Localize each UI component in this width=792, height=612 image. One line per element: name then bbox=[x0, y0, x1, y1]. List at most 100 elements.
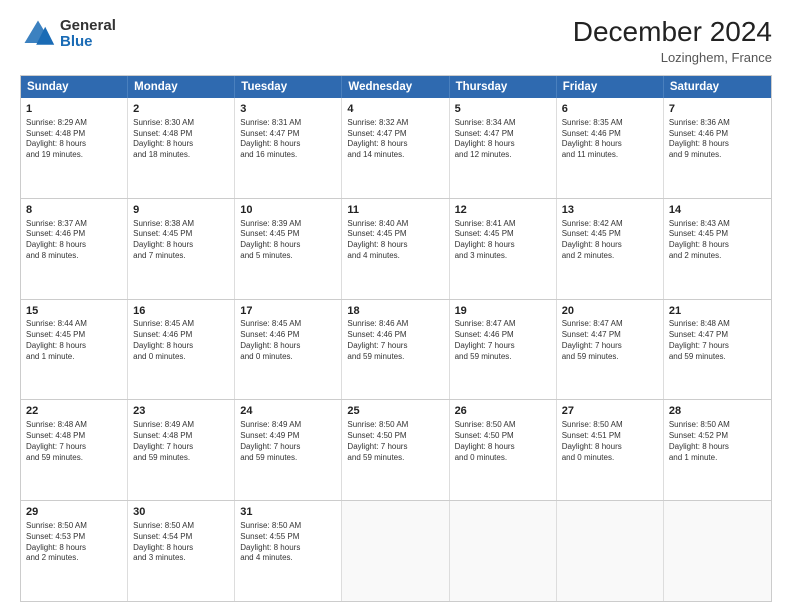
day-cell-28: 28Sunrise: 8:50 AM Sunset: 4:52 PM Dayli… bbox=[664, 400, 771, 500]
day-cell-2: 2Sunrise: 8:30 AM Sunset: 4:48 PM Daylig… bbox=[128, 98, 235, 198]
day-cell-7: 7Sunrise: 8:36 AM Sunset: 4:46 PM Daylig… bbox=[664, 98, 771, 198]
empty-cell bbox=[342, 501, 449, 601]
day-cell-11: 11Sunrise: 8:40 AM Sunset: 4:45 PM Dayli… bbox=[342, 199, 449, 299]
day-cell-6: 6Sunrise: 8:35 AM Sunset: 4:46 PM Daylig… bbox=[557, 98, 664, 198]
cell-info: Sunrise: 8:41 AM Sunset: 4:45 PM Dayligh… bbox=[455, 219, 551, 262]
header-day-monday: Monday bbox=[128, 76, 235, 98]
day-cell-8: 8Sunrise: 8:37 AM Sunset: 4:46 PM Daylig… bbox=[21, 199, 128, 299]
day-cell-29: 29Sunrise: 8:50 AM Sunset: 4:53 PM Dayli… bbox=[21, 501, 128, 601]
day-cell-24: 24Sunrise: 8:49 AM Sunset: 4:49 PM Dayli… bbox=[235, 400, 342, 500]
calendar-header: SundayMondayTuesdayWednesdayThursdayFrid… bbox=[21, 76, 771, 98]
day-cell-10: 10Sunrise: 8:39 AM Sunset: 4:45 PM Dayli… bbox=[235, 199, 342, 299]
day-number: 6 bbox=[562, 102, 658, 117]
header-day-tuesday: Tuesday bbox=[235, 76, 342, 98]
day-number: 4 bbox=[347, 102, 443, 117]
day-cell-12: 12Sunrise: 8:41 AM Sunset: 4:45 PM Dayli… bbox=[450, 199, 557, 299]
cell-info: Sunrise: 8:50 AM Sunset: 4:54 PM Dayligh… bbox=[133, 521, 229, 564]
day-cell-9: 9Sunrise: 8:38 AM Sunset: 4:45 PM Daylig… bbox=[128, 199, 235, 299]
day-number: 20 bbox=[562, 304, 658, 319]
day-number: 15 bbox=[26, 304, 122, 319]
day-cell-15: 15Sunrise: 8:44 AM Sunset: 4:45 PM Dayli… bbox=[21, 300, 128, 400]
day-number: 12 bbox=[455, 203, 551, 218]
calendar-body: 1Sunrise: 8:29 AM Sunset: 4:48 PM Daylig… bbox=[21, 98, 771, 601]
cell-info: Sunrise: 8:50 AM Sunset: 4:52 PM Dayligh… bbox=[669, 420, 766, 463]
day-cell-5: 5Sunrise: 8:34 AM Sunset: 4:47 PM Daylig… bbox=[450, 98, 557, 198]
week-4: 22Sunrise: 8:48 AM Sunset: 4:48 PM Dayli… bbox=[21, 399, 771, 500]
logo-icon bbox=[20, 16, 56, 52]
logo-general: General bbox=[60, 18, 116, 35]
title-block: December 2024 Lozinghem, France bbox=[573, 16, 772, 65]
day-cell-16: 16Sunrise: 8:45 AM Sunset: 4:46 PM Dayli… bbox=[128, 300, 235, 400]
cell-info: Sunrise: 8:50 AM Sunset: 4:50 PM Dayligh… bbox=[455, 420, 551, 463]
day-number: 19 bbox=[455, 304, 551, 319]
day-number: 27 bbox=[562, 404, 658, 419]
day-number: 5 bbox=[455, 102, 551, 117]
day-number: 13 bbox=[562, 203, 658, 218]
cell-info: Sunrise: 8:31 AM Sunset: 4:47 PM Dayligh… bbox=[240, 118, 336, 161]
day-number: 1 bbox=[26, 102, 122, 117]
header-day-sunday: Sunday bbox=[21, 76, 128, 98]
day-number: 22 bbox=[26, 404, 122, 419]
header-day-friday: Friday bbox=[557, 76, 664, 98]
day-cell-22: 22Sunrise: 8:48 AM Sunset: 4:48 PM Dayli… bbox=[21, 400, 128, 500]
day-number: 31 bbox=[240, 505, 336, 520]
day-number: 29 bbox=[26, 505, 122, 520]
day-cell-17: 17Sunrise: 8:45 AM Sunset: 4:46 PM Dayli… bbox=[235, 300, 342, 400]
cell-info: Sunrise: 8:29 AM Sunset: 4:48 PM Dayligh… bbox=[26, 118, 122, 161]
day-number: 18 bbox=[347, 304, 443, 319]
cell-info: Sunrise: 8:45 AM Sunset: 4:46 PM Dayligh… bbox=[133, 319, 229, 362]
cell-info: Sunrise: 8:32 AM Sunset: 4:47 PM Dayligh… bbox=[347, 118, 443, 161]
cell-info: Sunrise: 8:42 AM Sunset: 4:45 PM Dayligh… bbox=[562, 219, 658, 262]
day-number: 8 bbox=[26, 203, 122, 218]
day-number: 2 bbox=[133, 102, 229, 117]
cell-info: Sunrise: 8:47 AM Sunset: 4:46 PM Dayligh… bbox=[455, 319, 551, 362]
day-number: 21 bbox=[669, 304, 766, 319]
day-number: 3 bbox=[240, 102, 336, 117]
page: General Blue December 2024 Lozinghem, Fr… bbox=[0, 0, 792, 612]
cell-info: Sunrise: 8:43 AM Sunset: 4:45 PM Dayligh… bbox=[669, 219, 766, 262]
header-day-thursday: Thursday bbox=[450, 76, 557, 98]
day-number: 26 bbox=[455, 404, 551, 419]
cell-info: Sunrise: 8:50 AM Sunset: 4:50 PM Dayligh… bbox=[347, 420, 443, 463]
cell-info: Sunrise: 8:47 AM Sunset: 4:47 PM Dayligh… bbox=[562, 319, 658, 362]
cell-info: Sunrise: 8:39 AM Sunset: 4:45 PM Dayligh… bbox=[240, 219, 336, 262]
empty-cell bbox=[450, 501, 557, 601]
cell-info: Sunrise: 8:35 AM Sunset: 4:46 PM Dayligh… bbox=[562, 118, 658, 161]
week-3: 15Sunrise: 8:44 AM Sunset: 4:45 PM Dayli… bbox=[21, 299, 771, 400]
logo-blue: Blue bbox=[60, 34, 116, 51]
week-1: 1Sunrise: 8:29 AM Sunset: 4:48 PM Daylig… bbox=[21, 98, 771, 198]
cell-info: Sunrise: 8:46 AM Sunset: 4:46 PM Dayligh… bbox=[347, 319, 443, 362]
header-day-wednesday: Wednesday bbox=[342, 76, 449, 98]
day-number: 9 bbox=[133, 203, 229, 218]
day-number: 17 bbox=[240, 304, 336, 319]
day-number: 28 bbox=[669, 404, 766, 419]
day-number: 24 bbox=[240, 404, 336, 419]
cell-info: Sunrise: 8:40 AM Sunset: 4:45 PM Dayligh… bbox=[347, 219, 443, 262]
day-number: 23 bbox=[133, 404, 229, 419]
day-number: 14 bbox=[669, 203, 766, 218]
week-2: 8Sunrise: 8:37 AM Sunset: 4:46 PM Daylig… bbox=[21, 198, 771, 299]
day-cell-14: 14Sunrise: 8:43 AM Sunset: 4:45 PM Dayli… bbox=[664, 199, 771, 299]
cell-info: Sunrise: 8:49 AM Sunset: 4:49 PM Dayligh… bbox=[240, 420, 336, 463]
day-cell-26: 26Sunrise: 8:50 AM Sunset: 4:50 PM Dayli… bbox=[450, 400, 557, 500]
cell-info: Sunrise: 8:50 AM Sunset: 4:55 PM Dayligh… bbox=[240, 521, 336, 564]
day-cell-4: 4Sunrise: 8:32 AM Sunset: 4:47 PM Daylig… bbox=[342, 98, 449, 198]
cell-info: Sunrise: 8:49 AM Sunset: 4:48 PM Dayligh… bbox=[133, 420, 229, 463]
day-cell-23: 23Sunrise: 8:49 AM Sunset: 4:48 PM Dayli… bbox=[128, 400, 235, 500]
day-number: 16 bbox=[133, 304, 229, 319]
cell-info: Sunrise: 8:48 AM Sunset: 4:48 PM Dayligh… bbox=[26, 420, 122, 463]
day-cell-19: 19Sunrise: 8:47 AM Sunset: 4:46 PM Dayli… bbox=[450, 300, 557, 400]
cell-info: Sunrise: 8:50 AM Sunset: 4:51 PM Dayligh… bbox=[562, 420, 658, 463]
week-5: 29Sunrise: 8:50 AM Sunset: 4:53 PM Dayli… bbox=[21, 500, 771, 601]
day-cell-13: 13Sunrise: 8:42 AM Sunset: 4:45 PM Dayli… bbox=[557, 199, 664, 299]
day-cell-18: 18Sunrise: 8:46 AM Sunset: 4:46 PM Dayli… bbox=[342, 300, 449, 400]
cell-info: Sunrise: 8:36 AM Sunset: 4:46 PM Dayligh… bbox=[669, 118, 766, 161]
empty-cell bbox=[557, 501, 664, 601]
day-number: 11 bbox=[347, 203, 443, 218]
cell-info: Sunrise: 8:34 AM Sunset: 4:47 PM Dayligh… bbox=[455, 118, 551, 161]
cell-info: Sunrise: 8:50 AM Sunset: 4:53 PM Dayligh… bbox=[26, 521, 122, 564]
cell-info: Sunrise: 8:38 AM Sunset: 4:45 PM Dayligh… bbox=[133, 219, 229, 262]
day-cell-21: 21Sunrise: 8:48 AM Sunset: 4:47 PM Dayli… bbox=[664, 300, 771, 400]
day-number: 30 bbox=[133, 505, 229, 520]
location: Lozinghem, France bbox=[573, 50, 772, 65]
